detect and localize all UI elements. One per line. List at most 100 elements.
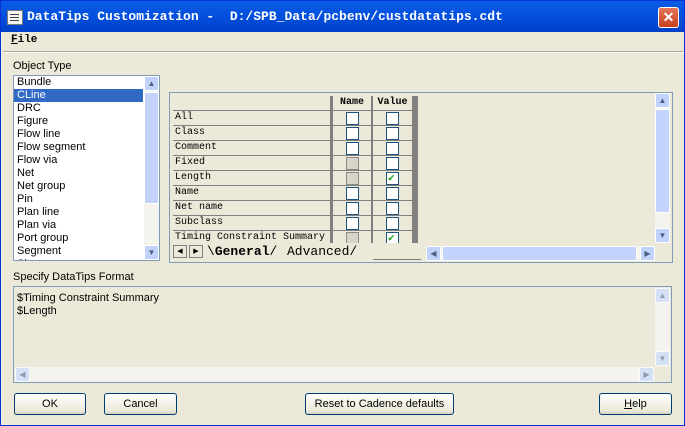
- grid-cell-value: [373, 156, 412, 170]
- window-title: DataTips Customization - D:/SPB_Data/pcb…: [27, 9, 503, 24]
- name-checkbox[interactable]: [346, 157, 359, 170]
- grid-cell-name: [333, 216, 371, 230]
- format-scroll-right-icon[interactable]: ▶: [639, 367, 654, 382]
- close-button[interactable]: ✕: [658, 7, 679, 28]
- scroll-thumb[interactable]: [144, 92, 159, 204]
- grid-scroll-right-icon[interactable]: ▶: [640, 246, 655, 261]
- object-list-scrollbar[interactable]: ▲ ▼: [144, 76, 159, 260]
- grid-row-label: Net name: [173, 201, 331, 215]
- object-type-list[interactable]: Bundle CLine DRC Figure Flow line Flow segmen…: [13, 75, 160, 261]
- tab-next-icon[interactable]: ▶: [189, 245, 203, 258]
- value-checkbox[interactable]: [386, 157, 399, 170]
- value-checkbox[interactable]: [386, 112, 399, 125]
- grid-cell-value: [373, 216, 412, 230]
- name-checkbox[interactable]: [346, 217, 359, 230]
- cancel-button[interactable]: Cancel: [104, 393, 177, 415]
- object-type-items: Bundle CLine DRC Figure Flow line Flow segmen…: [14, 76, 159, 260]
- object-type-label: Object Type: [13, 60, 72, 72]
- app-icon: [7, 10, 23, 25]
- list-item[interactable]: Bundle: [14, 76, 143, 89]
- name-checkbox[interactable]: [346, 202, 359, 215]
- grid-cell-name: [333, 126, 371, 140]
- ok-button[interactable]: OK: [14, 393, 86, 415]
- help-button[interactable]: Help: [599, 393, 672, 415]
- list-item[interactable]: Segment: [14, 245, 143, 258]
- tab-advanced[interactable]: Advanced/: [287, 243, 357, 260]
- grid-cell-value: [373, 186, 412, 200]
- grid-cell-name: [333, 171, 371, 185]
- grid-scroll-up-icon[interactable]: ▲: [655, 93, 670, 108]
- grid-scroll-left-icon[interactable]: ◀: [426, 246, 441, 261]
- grid-row-label: Fixed: [173, 156, 331, 170]
- list-item[interactable]: Net: [14, 167, 143, 180]
- value-checkbox[interactable]: [386, 217, 399, 230]
- tab-strip-line: [373, 259, 421, 260]
- list-item[interactable]: Net group: [14, 180, 143, 193]
- value-checkbox[interactable]: [386, 142, 399, 155]
- format-scroll-up-icon[interactable]: ▲: [655, 288, 670, 303]
- name-checkbox[interactable]: [346, 142, 359, 155]
- list-item[interactable]: Shape: [14, 258, 143, 260]
- list-item[interactable]: Figure: [14, 115, 143, 128]
- value-checkbox[interactable]: [386, 202, 399, 215]
- list-item[interactable]: Plan line: [14, 206, 143, 219]
- attribute-grid: Name Value AllClassCommentFixedLengthNam…: [173, 96, 418, 245]
- grid-row-label: All: [173, 111, 331, 125]
- grid-cell-value: [373, 126, 412, 140]
- grid-hscroll-thumb[interactable]: [442, 246, 637, 261]
- format-line-2: $Length: [17, 305, 57, 317]
- tab-prev-icon[interactable]: ◀: [173, 245, 187, 258]
- format-vertical-scrollbar[interactable]: ▲ ▼: [655, 288, 670, 366]
- menu-separator: [3, 51, 683, 53]
- reset-defaults-button[interactable]: Reset to Cadence defaults: [305, 393, 454, 415]
- col-header-name: Name: [333, 96, 371, 110]
- list-item[interactable]: Flow line: [14, 128, 143, 141]
- scroll-up-icon[interactable]: ▲: [144, 76, 159, 91]
- value-checkbox[interactable]: [386, 127, 399, 140]
- list-item[interactable]: Plan via: [14, 219, 143, 232]
- name-checkbox[interactable]: [346, 112, 359, 125]
- list-item[interactable]: CLine: [14, 89, 143, 102]
- value-checkbox[interactable]: [386, 187, 399, 200]
- name-checkbox[interactable]: [346, 127, 359, 140]
- tab-general-label: General: [214, 244, 270, 259]
- menu-file-mnemonic: F: [11, 34, 18, 46]
- list-item[interactable]: Flow segment: [14, 141, 143, 154]
- grid-row-label: Name: [173, 186, 331, 200]
- grid-row-label: Subclass: [173, 216, 331, 230]
- menu-file-label: ile: [17, 34, 38, 46]
- grid-cell-value: [373, 111, 412, 125]
- value-checkbox[interactable]: [386, 171, 399, 185]
- grid-cell-value: [373, 141, 412, 155]
- col-header-value: Value: [373, 96, 412, 110]
- format-textarea[interactable]: $Timing Constraint Summary $Length ▲ ▼ ◀…: [13, 286, 672, 383]
- scroll-down-icon[interactable]: ▼: [144, 245, 159, 260]
- grid-scroll-down-icon[interactable]: ▼: [655, 228, 670, 243]
- grid-cell-name: [333, 156, 371, 170]
- grid-cell-name: [333, 111, 371, 125]
- tab-advanced-label: Advanced: [287, 244, 350, 259]
- grid-horizontal-scrollbar[interactable]: ◀ ▶: [426, 246, 655, 261]
- grid-row-label: Length: [173, 171, 331, 185]
- grid-cell-value: [373, 201, 412, 215]
- list-item[interactable]: Flow via: [14, 154, 143, 167]
- grid-row-label: Comment: [173, 141, 331, 155]
- list-item[interactable]: DRC: [14, 102, 143, 115]
- name-checkbox[interactable]: [346, 187, 359, 200]
- name-checkbox[interactable]: [346, 172, 359, 185]
- title-bar[interactable]: DataTips Customization - D:/SPB_Data/pcb…: [1, 1, 684, 32]
- grid-cell-value: [373, 171, 412, 185]
- dialog-window: DataTips Customization - D:/SPB_Data/pcb…: [0, 0, 685, 426]
- grid-vertical-scrollbar[interactable]: ▲ ▼: [655, 93, 670, 243]
- format-label: Specify DataTips Format: [13, 271, 134, 283]
- grid-row-label: Class: [173, 126, 331, 140]
- grid-cell-name: [333, 141, 371, 155]
- list-item[interactable]: Pin: [14, 193, 143, 206]
- format-scroll-down-icon[interactable]: ▼: [655, 351, 670, 366]
- format-horizontal-scrollbar[interactable]: ◀ ▶: [15, 367, 654, 382]
- tab-general[interactable]: \General/: [207, 243, 277, 260]
- list-item[interactable]: Port group: [14, 232, 143, 245]
- format-scroll-left-icon[interactable]: ◀: [15, 367, 30, 382]
- grid-scroll-thumb[interactable]: [655, 109, 670, 213]
- menu-file[interactable]: File: [11, 34, 37, 46]
